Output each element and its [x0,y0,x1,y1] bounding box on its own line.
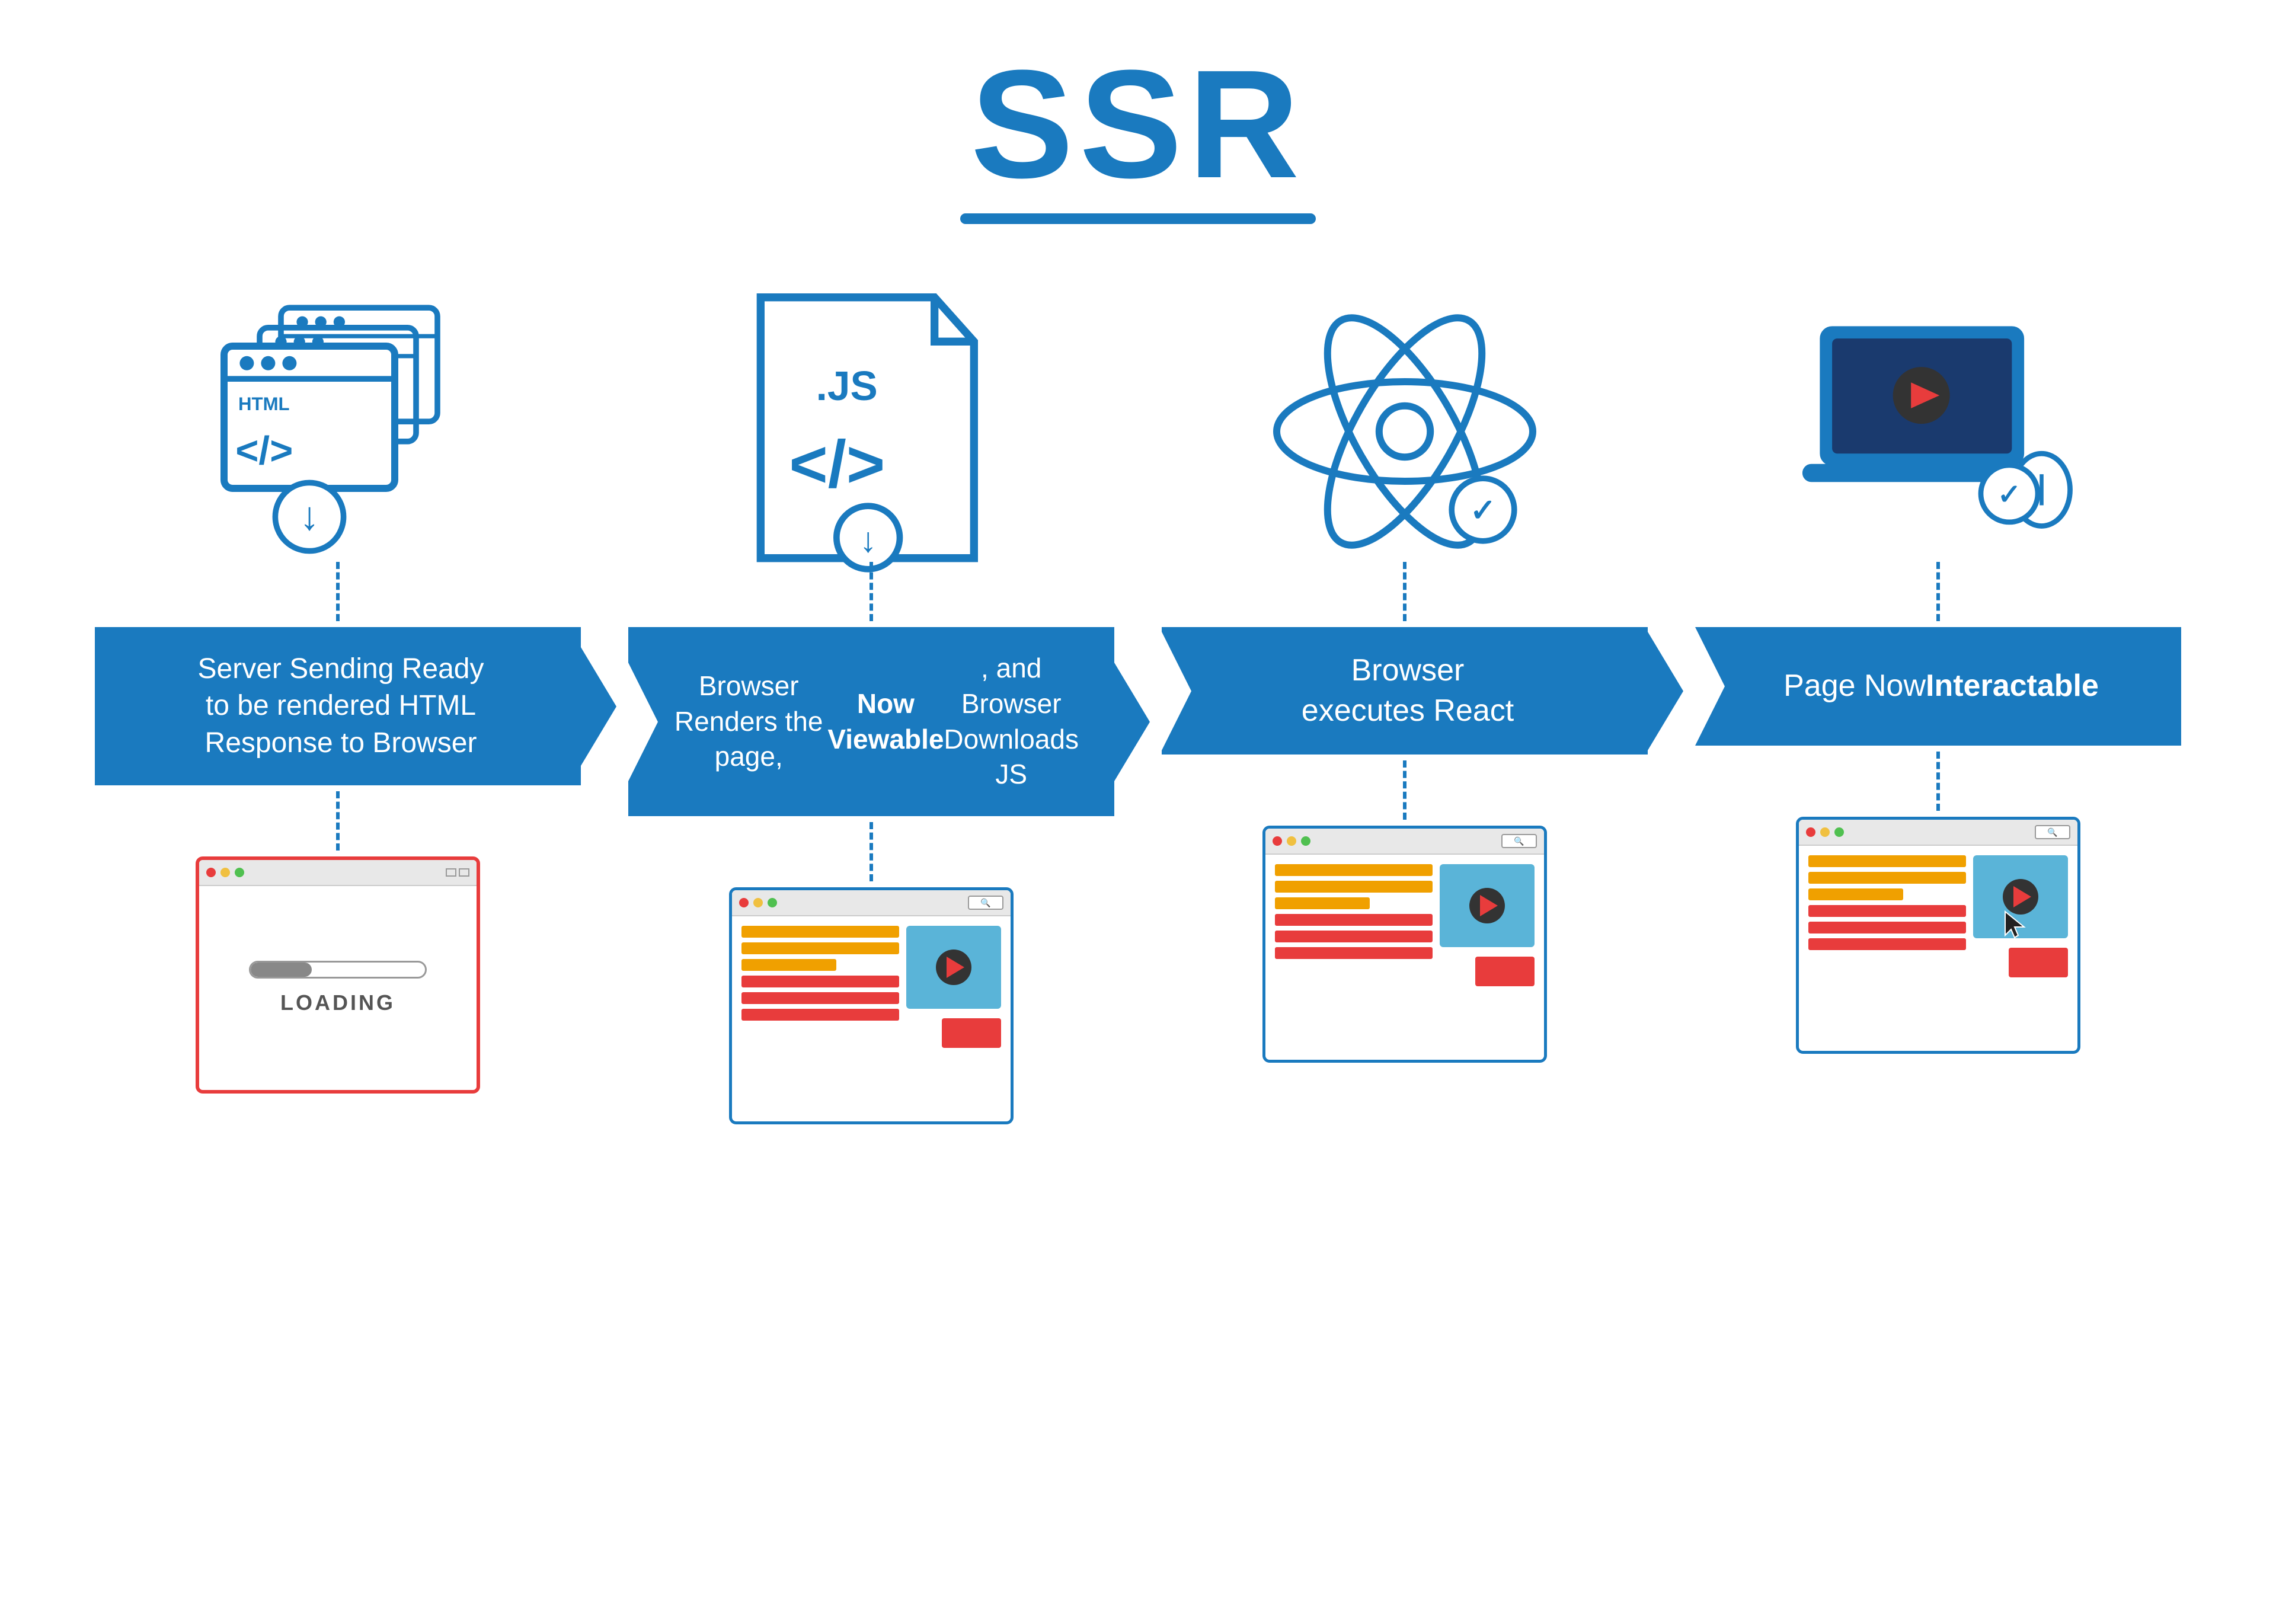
red-bar-3-3 [1275,947,1433,959]
dot-red [206,868,216,877]
screen-body-2 [732,916,1011,1057]
svg-text:✓: ✓ [1470,493,1496,528]
play-triangle-4 [2013,886,2031,907]
screen-topbar [199,860,477,886]
cursor-icon [2003,909,2026,942]
svg-text:✓: ✓ [1997,479,2021,510]
orange-sq-3 [1475,957,1535,986]
step-1-col: HTML </> ↓ Server Sending Readyto be ren… [71,307,605,1094]
dot-red-2 [739,898,749,907]
dot-green-4 [1834,827,1844,837]
loading-label: LOADING [280,990,395,1015]
svg-text:</>: </> [235,429,293,473]
loading-screen: LOADING [196,856,480,1094]
search-box-2: 🔍 [968,896,1003,910]
v-connector-3b [1403,760,1406,820]
svg-text:.JS: .JS [816,363,878,409]
red-bar-3-2 [1275,931,1433,942]
dot-yellow-3 [1287,836,1296,846]
js-icon: .JS </> ↓ [729,307,1014,556]
screen-2: 🔍 [729,887,1014,1124]
svg-text:HTML: HTML [238,394,290,414]
orange-sq-4 [2009,948,2068,977]
v-connector-1b [336,791,340,851]
html-icon: HTML </> ↓ [196,307,480,556]
step-3-col: ✓ Browserexecutes React 🔍 [1138,307,1671,1063]
play-triangle-2 [947,957,964,978]
dot-yellow-4 [1820,827,1830,837]
search-box-4: 🔍 [2035,825,2070,839]
svg-text:↓: ↓ [299,494,319,539]
video-3 [1440,864,1535,947]
bar-4-1 [1808,855,1966,867]
step-2-arrow-box: Browser Renders the page,Now Viewable, a… [628,627,1114,816]
video-2 [906,926,1001,1009]
loading-content: LOADING [199,886,477,1090]
screen-4: 🔍 [1796,817,2080,1054]
red-bar-4-1 [1808,905,1966,917]
step-3-arrow-box: Browserexecutes React [1162,627,1648,755]
screen-body-4 [1799,846,2077,987]
v-connector-4 [1936,562,1940,621]
red-bar-2 [741,992,899,1004]
screen-topbar-4: 🔍 [1799,820,2077,846]
red-bar-3-1 [1275,914,1433,926]
bar-1 [741,926,899,938]
step-4-col: ✓ Page NowInteractable 🔍 [1671,307,2205,1054]
screen-left-2 [741,926,899,1048]
dot-yellow-2 [753,898,763,907]
v-connector-2 [870,562,873,621]
svg-text:</>: </> [789,427,885,501]
orange-sq-2 [942,1018,1001,1048]
play-btn-3 [1469,888,1505,923]
flow-container: HTML </> ↓ Server Sending Readyto be ren… [71,307,2205,1124]
page-title: SSR [960,47,1316,202]
bar-3-1 [1275,864,1433,876]
bar-2 [741,942,899,954]
v-connector-4b [1936,752,1940,811]
title-section: SSR [960,47,1316,224]
v-connector-3 [1403,562,1406,621]
play-triangle-3 [1480,895,1498,916]
bar-4-2 [1808,872,1966,884]
bar-3-3 [1275,897,1370,909]
step-4-arrow-box: Page NowInteractable [1695,627,2181,746]
red-bar-4-2 [1808,922,1966,934]
loading-bar [249,961,427,979]
screen-3: 🔍 [1262,826,1547,1063]
step-2-col: .JS </> ↓ Browser Renders the page,Now V… [605,307,1138,1124]
dot-green [235,868,244,877]
bar-3-2 [1275,881,1433,893]
bar-3 [741,959,836,971]
dot-green-3 [1301,836,1310,846]
dot-red-4 [1806,827,1815,837]
screen-left-3 [1275,864,1433,986]
laptop-icon: ✓ [1796,307,2080,556]
bar-4-3 [1808,888,1903,900]
screen-topbar-3: 🔍 [1265,829,1544,855]
red-bar-3 [741,1009,899,1021]
loading-bar-fill [251,963,312,977]
svg-text:↓: ↓ [859,521,877,560]
search-box-3: 🔍 [1501,834,1537,848]
screen-body-3 [1265,855,1544,996]
play-btn-2 [936,950,971,985]
step-1-arrow-box: Server Sending Readyto be rendered HTMLR… [95,627,581,785]
v-connector-1 [336,562,340,621]
v-connector-2b [870,822,873,881]
screen-topbar-2: 🔍 [732,890,1011,916]
dot-red-3 [1273,836,1282,846]
dot-green-2 [768,898,777,907]
dot-yellow [220,868,230,877]
red-bar [741,976,899,987]
red-bar-4-3 [1808,938,1966,950]
title-underline [960,213,1316,224]
screen-left-4 [1808,855,1966,977]
react-icon: ✓ [1262,307,1547,556]
